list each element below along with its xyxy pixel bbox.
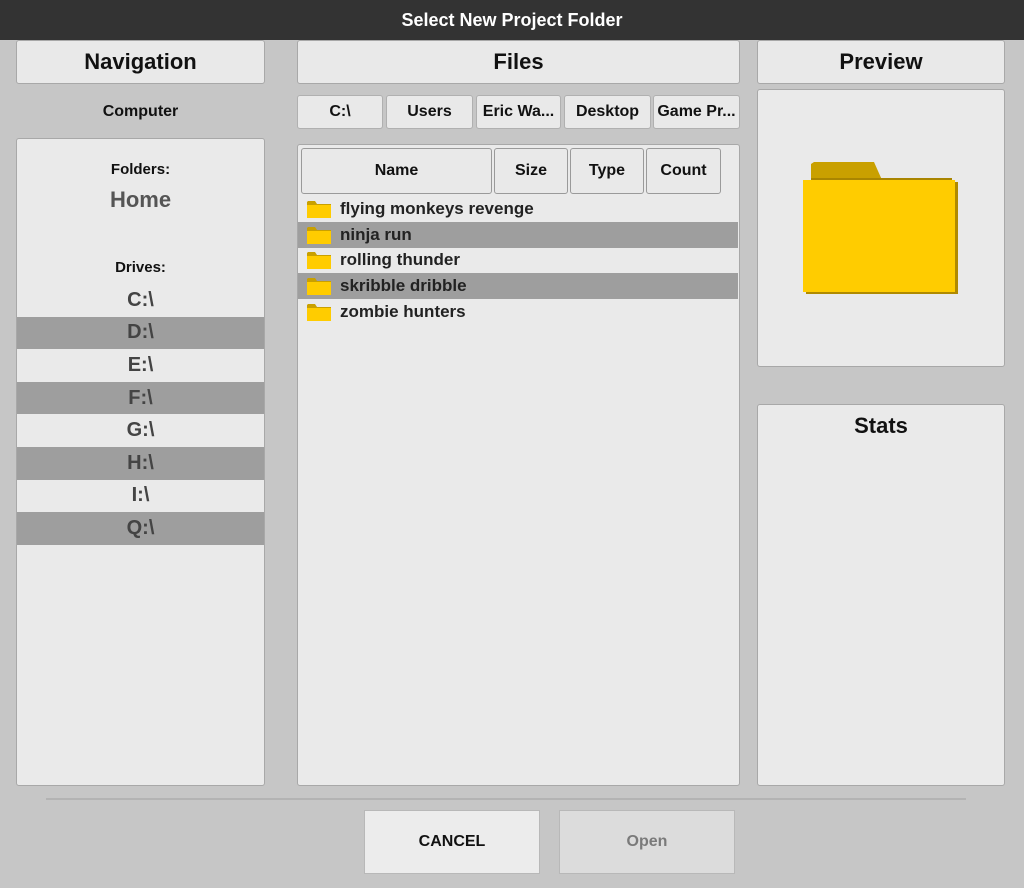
file-row[interactable]: rolling thunder [298, 248, 738, 274]
stats-title: Stats [854, 413, 908, 438]
folder-icon [306, 225, 332, 245]
navigation-panel: Folders: Home Drives: C:\ D:\ E:\ F:\ G:… [16, 138, 265, 786]
drive-item[interactable]: D:\ [17, 316, 264, 350]
file-name: ninja run [340, 224, 412, 244]
preview-panel [757, 89, 1005, 367]
file-row[interactable]: zombie hunters [298, 299, 738, 325]
computer-label[interactable]: Computer [16, 98, 265, 126]
folder-icon [306, 250, 332, 270]
column-header-count[interactable]: Count [646, 148, 721, 194]
files-header: Files [297, 40, 740, 84]
breadcrumb-game-projects[interactable]: Game Pr... [653, 95, 740, 129]
column-header-type[interactable]: Type [570, 148, 644, 194]
open-button[interactable]: Open [559, 810, 735, 874]
drive-item[interactable]: F:\ [17, 381, 264, 415]
column-header-name[interactable]: Name [301, 148, 492, 194]
file-row[interactable]: flying monkeys revenge [298, 196, 738, 222]
folder-icon [306, 199, 332, 219]
breadcrumb-user-folder[interactable]: Eric Wa... [476, 95, 561, 129]
drives-label: Drives: [115, 259, 166, 276]
file-row[interactable]: skribble dribble [298, 273, 738, 300]
folder-icon [306, 276, 332, 296]
folders-label: Folders: [110, 161, 171, 178]
file-name: skribble dribble [340, 276, 467, 296]
file-list: flying monkeys revenge ninja run rolling… [298, 196, 738, 325]
cancel-button[interactable]: CANCEL [364, 810, 540, 874]
folder-icon [306, 302, 332, 322]
file-name: flying monkeys revenge [340, 198, 534, 218]
dialog-title: Select New Project Folder [0, 0, 1024, 40]
file-name: rolling thunder [340, 250, 460, 270]
drive-item[interactable]: Q:\ [17, 512, 264, 545]
drive-item[interactable]: H:\ [17, 446, 264, 480]
file-name: zombie hunters [340, 302, 466, 322]
dialog-window: Select New Project Folder Navigation Fil… [0, 0, 1024, 888]
drive-item[interactable]: G:\ [17, 414, 264, 447]
file-row[interactable]: ninja run [298, 221, 738, 248]
column-header-size[interactable]: Size [494, 148, 568, 194]
drive-item[interactable]: I:\ [17, 480, 264, 513]
breadcrumb-c-drive[interactable]: C:\ [297, 95, 383, 129]
preview-header: Preview [757, 40, 1005, 84]
folder-icon [802, 158, 960, 303]
drive-item[interactable]: E:\ [17, 349, 264, 382]
home-folder-link[interactable]: Home [17, 187, 264, 213]
breadcrumb-desktop[interactable]: Desktop [564, 95, 651, 129]
navigation-header: Navigation [16, 40, 265, 84]
breadcrumb-users[interactable]: Users [386, 95, 473, 129]
stats-panel: Stats [757, 404, 1005, 786]
drive-item[interactable]: C:\ [17, 284, 264, 317]
footer-divider [46, 798, 966, 800]
drive-list: C:\ D:\ E:\ F:\ G:\ H:\ I:\ Q:\ [17, 284, 264, 545]
